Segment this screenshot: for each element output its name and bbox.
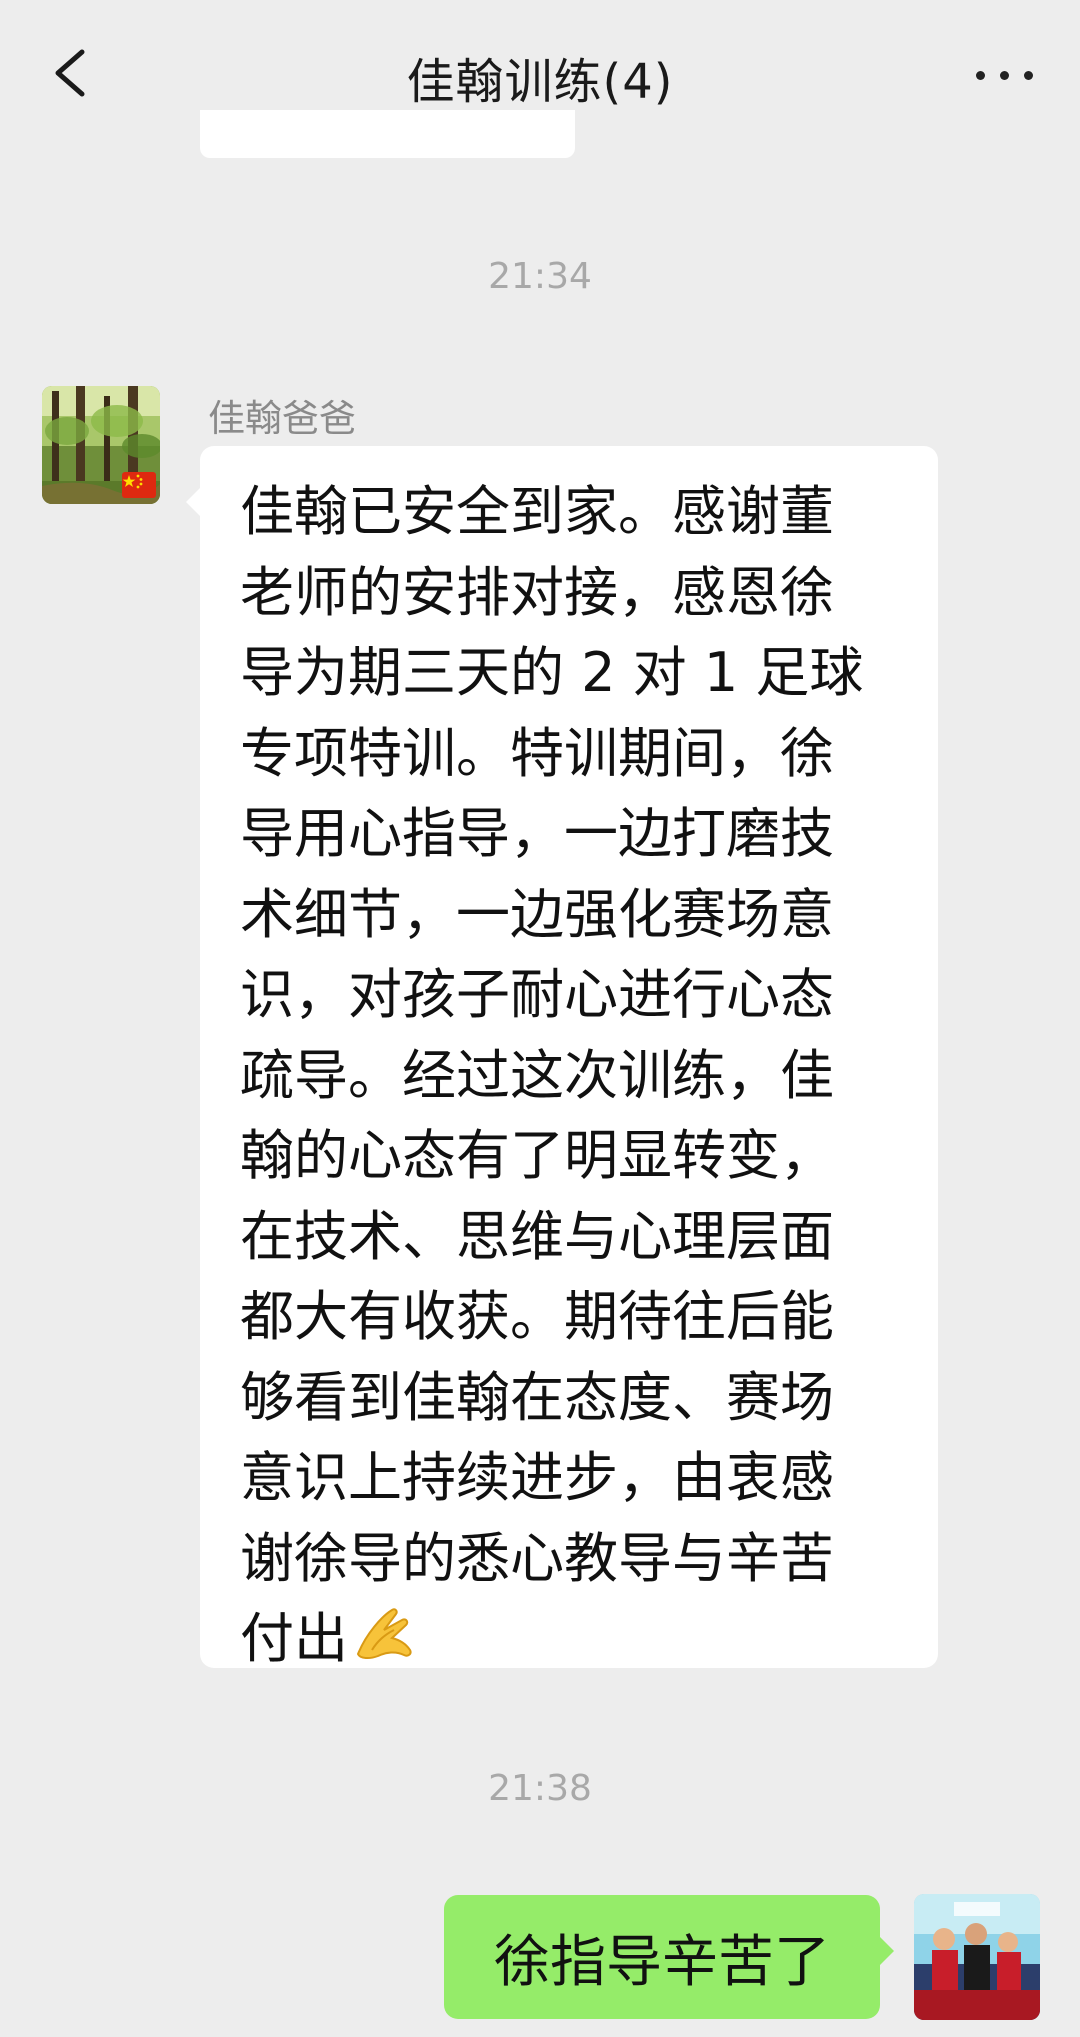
more-button[interactable] — [970, 52, 1040, 96]
timestamp: 21:34 — [488, 256, 592, 297]
folded-hands-icon — [352, 1602, 416, 1683]
self-avatar[interactable] — [914, 1894, 1040, 2020]
team-photo-avatar — [914, 1894, 1040, 2020]
sender-name: 佳翰爸爸 — [208, 397, 356, 440]
timestamp: 21:38 — [488, 1768, 592, 1809]
outgoing-message-bubble[interactable]: 徐指导辛苦了 — [444, 1895, 894, 2019]
message-text: 徐指导辛苦了 — [494, 1930, 830, 1995]
previous-message-bubble[interactable] — [200, 110, 575, 158]
sender-avatar[interactable] — [42, 386, 160, 504]
chat-title: 佳翰训练(4) — [406, 54, 674, 110]
china-flag-icon — [122, 472, 156, 498]
incoming-message-bubble[interactable]: 佳翰已安全到家。感谢董 老师的安排对接，感恩徐 导为期三天的 2 对 1 足球 … — [186, 446, 938, 1670]
message-text: 佳翰已安全到家。感谢董 老师的安排对接，感恩徐 导为期三天的 2 对 1 足球 … — [240, 472, 898, 1683]
more-dots-icon — [976, 71, 985, 80]
